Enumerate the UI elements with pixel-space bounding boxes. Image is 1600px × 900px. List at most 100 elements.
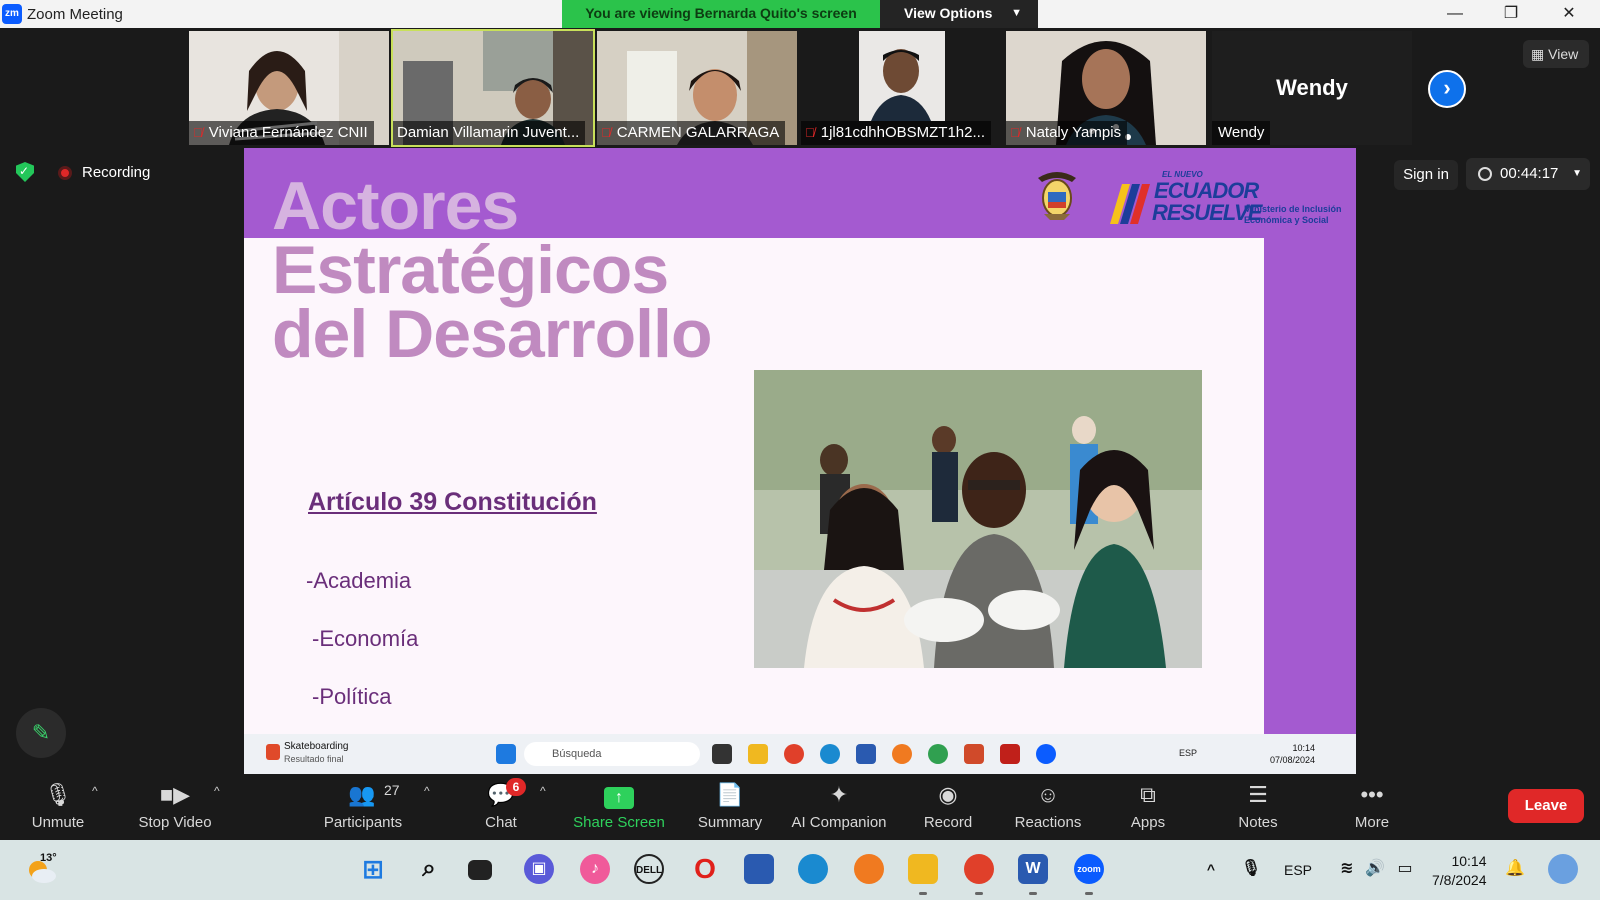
participant-display-name: Wendy [1276, 75, 1348, 100]
participants-options-caret[interactable]: ^ [424, 784, 430, 798]
view-options-label: View Options [904, 5, 993, 21]
share-screen-button[interactable]: ↑ Share Screen [568, 774, 670, 840]
muted-mic-icon: 🎙̸ [601, 125, 611, 140]
music-icon[interactable]: ♪ [580, 854, 610, 884]
slide-photo [754, 370, 1202, 668]
muted-mic-icon: 🎙̸ [193, 125, 203, 140]
reactions-button[interactable]: ☺ Reactions [1008, 774, 1088, 840]
powerpoint-icon [964, 744, 984, 764]
apps-icon: ⧉ [1140, 782, 1156, 807]
running-indicator [919, 892, 927, 895]
timer-value: 00:44:17 [1500, 165, 1559, 182]
close-button[interactable]: ✕ [1546, 0, 1592, 28]
participant-name: Wendy [1212, 121, 1271, 145]
apps-button[interactable]: ⧉ Apps [1118, 774, 1178, 840]
store-icon[interactable] [744, 854, 774, 884]
participant-name: 🎙̸ Viviana Fernández CNII [189, 121, 374, 145]
chrome-icon[interactable] [964, 854, 994, 884]
notes-icon: ☰ [1248, 782, 1268, 807]
video-tile-active[interactable]: Damian Villamarin Juvent... [391, 29, 595, 147]
acrobat-icon [1000, 744, 1020, 764]
opera-icon[interactable]: O [690, 854, 720, 884]
slide-title-line: Estratégicos [272, 232, 669, 308]
participant-name: 🎙̸ 1jl81cdhhOBSMZT1h2... [801, 121, 991, 145]
record-icon: ◉ [938, 782, 958, 807]
muted-mic-icon: 🎙̸ [1010, 125, 1020, 140]
video-tile[interactable]: 🎙̸ 1jl81cdhhOBSMZT1h2... [801, 31, 1001, 145]
more-button[interactable]: ••• More [1342, 774, 1402, 840]
leave-button[interactable]: Leave [1508, 789, 1584, 823]
annotate-pencil-icon[interactable]: ✎ [16, 708, 66, 758]
recording-label: Recording [82, 164, 151, 181]
running-indicator [1029, 892, 1037, 895]
wifi-icon[interactable]: ≋ [1332, 854, 1362, 884]
video-tile-no-video[interactable]: Wendy Wendy [1212, 31, 1412, 145]
shared-screen: Actores Estratégicos del Desarrollo EL N… [244, 148, 1356, 734]
video-tile[interactable]: 🎙̸ Nataly Yampis [1006, 31, 1206, 145]
share-screen-icon: ↑ [568, 782, 670, 809]
slide-title: Actores Estratégicos del Desarrollo [272, 172, 712, 372]
more-dots-icon: ••• [1360, 782, 1384, 807]
participant-name: Damian Villamarin Juvent... [393, 121, 586, 145]
notes-button[interactable]: ☰ Notes [1228, 774, 1288, 840]
unmute-button[interactable]: 🎙 Unmute [18, 774, 98, 840]
slide-bullet: -Política [312, 684, 392, 709]
window-title: Zoom Meeting [27, 6, 123, 23]
chrome-profile-icon [928, 744, 948, 764]
teams-chat-icon[interactable]: ▣ [524, 854, 554, 884]
chevron-up-icon[interactable]: ^ [1196, 854, 1226, 884]
slide-side-band [1264, 148, 1356, 734]
next-page-button[interactable]: › [1428, 70, 1466, 108]
task-view-icon [712, 744, 732, 764]
view-options-button[interactable]: View Options ▼ [880, 0, 1038, 28]
participants-count: 27 [384, 782, 400, 798]
system-clock[interactable]: 10:14 7/8/2024 [1432, 852, 1487, 890]
meeting-timer[interactable]: 00:44:17 ▼ [1466, 158, 1590, 190]
summary-button[interactable]: 📄 Summary [692, 774, 768, 840]
chrome-icon [784, 744, 804, 764]
caret-down-icon: ▼ [1572, 168, 1582, 179]
ai-companion-button[interactable]: ✦ AI Companion [786, 774, 892, 840]
news-widget: Skateboarding Resultado final [284, 741, 349, 764]
participant-name: 🎙̸ Nataly Yampis [1006, 121, 1128, 145]
word-icon[interactable]: W [1018, 854, 1048, 884]
view-label: View [1548, 46, 1579, 62]
windows-taskbar: 13° ⊞ ⌕ ▣ ♪ DELL O W zoom ^ 🎙 ESP ≋ 🔊 ▭ … [0, 840, 1600, 900]
microphone-icon[interactable]: 🎙 [1236, 854, 1266, 884]
edge-icon[interactable] [798, 854, 828, 884]
folder-icon [748, 744, 768, 764]
video-tile[interactable]: 🎙̸ Viviana Fernández CNII [189, 31, 389, 145]
minimize-button[interactable]: — [1432, 0, 1478, 28]
windows-start-icon[interactable]: ⊞ [358, 854, 388, 884]
file-explorer-icon[interactable] [908, 854, 938, 884]
language-indicator[interactable]: ESP [1284, 862, 1312, 878]
firefox-icon[interactable] [854, 854, 884, 884]
video-options-caret[interactable]: ^ [214, 784, 220, 798]
restore-button[interactable]: ❐ [1488, 0, 1534, 28]
weather-temperature: 13° [40, 852, 57, 864]
chat-options-caret[interactable]: ^ [540, 784, 546, 798]
edge-icon [820, 744, 840, 764]
search-icon[interactable]: ⌕ [414, 854, 444, 884]
dell-icon[interactable]: DELL [634, 854, 664, 884]
word-icon [856, 744, 876, 764]
summary-icon: 📄 [716, 782, 744, 807]
slide-bullet: -Economía [312, 626, 419, 651]
zoom-icon[interactable]: zoom [1074, 854, 1104, 884]
slide-title-line: del Desarrollo [272, 296, 712, 372]
clock-icon [1478, 167, 1492, 181]
video-tile[interactable]: 🎙̸ CARMEN GALARRAGA [597, 31, 797, 145]
copilot-icon[interactable] [1548, 854, 1578, 884]
bell-icon[interactable]: 🔔 [1500, 854, 1530, 884]
windows-start-icon [496, 744, 516, 764]
battery-icon[interactable]: ▭ [1390, 854, 1420, 884]
task-view-icon[interactable] [468, 860, 492, 880]
volume-icon[interactable]: 🔊 [1360, 854, 1390, 884]
stop-video-button[interactable]: ■▶ Stop Video [128, 774, 222, 840]
zoom-icon [1036, 744, 1056, 764]
record-button[interactable]: ◉ Record [914, 774, 982, 840]
news-icon [266, 744, 280, 760]
sign-in-button[interactable]: Sign in [1394, 160, 1458, 190]
audio-options-caret[interactable]: ^ [92, 784, 98, 798]
view-button[interactable]: ▦ View [1523, 40, 1589, 68]
